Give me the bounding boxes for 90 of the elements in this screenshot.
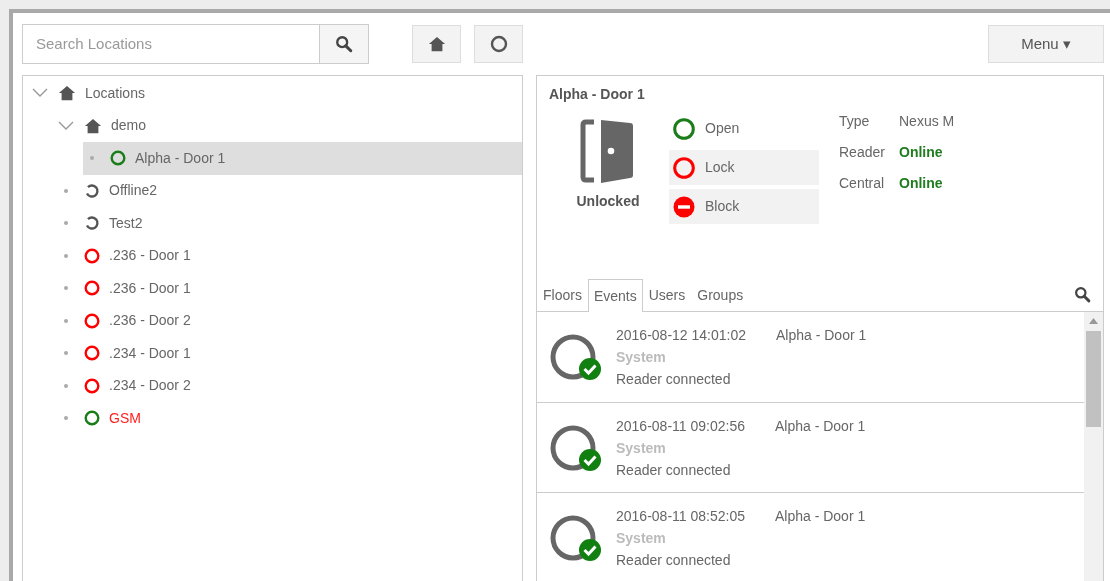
tree-item[interactable]: Locations [31, 77, 522, 110]
info-value: Online [899, 174, 943, 193]
scroll-up-icon[interactable] [1089, 318, 1098, 324]
spinner-icon [84, 215, 100, 232]
tab[interactable]: Events [587, 279, 643, 312]
spinner-icon [84, 182, 100, 199]
door-action-button[interactable]: Open [669, 111, 819, 146]
circle-button[interactable] [474, 25, 523, 63]
event-source: System [616, 529, 667, 548]
tree-label: Offline2 [109, 181, 157, 201]
tree-item[interactable]: Offline2 [57, 174, 522, 207]
ring-icon [84, 345, 100, 362]
tree-item[interactable]: .236 - Door 2 [57, 304, 522, 337]
menu-button[interactable]: Menu ▾ [988, 25, 1104, 63]
ring-icon [84, 247, 100, 264]
house-icon [58, 85, 76, 102]
search-icon [335, 35, 353, 53]
tree-item[interactable]: GSM [57, 402, 522, 435]
search-field[interactable]: Search Locations [22, 24, 320, 64]
house-icon [84, 117, 102, 134]
info-label: Reader [839, 143, 886, 162]
info-value: Nexus M [899, 112, 955, 131]
ring-icon [84, 312, 100, 329]
ring-icon [673, 156, 695, 179]
tree-label: .234 - Door 2 [109, 376, 191, 396]
tree-item[interactable]: .236 - Door 1 [57, 272, 522, 305]
tree-label: Test2 [109, 213, 143, 233]
bullet-icon [64, 221, 68, 226]
info-label: Type [839, 112, 871, 131]
event-time: 2016-08-12 14:01:02 [616, 326, 746, 345]
ring-icon [110, 150, 126, 167]
ring-icon [84, 377, 100, 394]
event-item[interactable]: 2016-08-11 08:52:05 Alpha - Door 1 System Reader connected [537, 493, 1084, 581]
ring-icon [84, 410, 100, 427]
door-action-button[interactable]: Block [669, 189, 819, 224]
event-item[interactable]: 2016-08-11 09:02:56 Alpha - Door 1 System Reader connected [537, 402, 1084, 493]
door-icon [580, 117, 636, 185]
bullet-icon [64, 286, 68, 291]
event-item[interactable]: 2016-08-12 14:01:02 Alpha - Door 1 System Reader connected [537, 312, 1084, 403]
bullet-icon [64, 188, 68, 193]
bullet-icon [90, 156, 94, 161]
no-entry-icon [673, 195, 695, 218]
event-message: Reader connected [616, 460, 732, 480]
house-icon [427, 35, 446, 53]
tree-label: GSM [109, 408, 141, 428]
ring-icon [84, 280, 100, 297]
bullet-icon [64, 351, 68, 356]
event-message: Reader connected [616, 370, 732, 389]
event-message: Reader connected [616, 551, 732, 570]
bullet-icon [64, 383, 68, 388]
chevron-icon[interactable] [58, 120, 74, 131]
chevron-icon[interactable] [32, 88, 48, 99]
event-door: Alpha - Door 1 [776, 326, 867, 345]
event-door: Alpha - Door 1 [774, 416, 866, 436]
info-label: Central [839, 174, 886, 193]
tab[interactable]: Users [642, 279, 692, 311]
tree-item[interactable]: demo [57, 109, 522, 142]
tree-item[interactable]: .236 - Door 1 [57, 239, 522, 272]
tree-label: .236 - Door 2 [109, 311, 191, 331]
tab[interactable]: Groups [691, 279, 750, 311]
event-source: System [616, 438, 667, 458]
tree-item[interactable]: .234 - Door 2 [57, 369, 522, 402]
search-icon [1074, 286, 1091, 303]
info-value: Online [899, 143, 943, 162]
door-state: Unlocked [576, 192, 640, 211]
tab[interactable]: Floors [537, 279, 588, 311]
tree-label: .234 - Door 1 [109, 343, 191, 363]
tree-label: demo [111, 116, 147, 136]
event-time: 2016-08-11 09:02:56 [616, 416, 745, 436]
door-action-button[interactable]: Lock [669, 150, 819, 185]
bullet-icon [64, 416, 68, 421]
home-button[interactable] [412, 25, 461, 63]
tree-label: .236 - Door 1 [109, 278, 191, 298]
scroll-thumb[interactable] [1086, 331, 1101, 427]
scrollbar[interactable] [1084, 312, 1103, 581]
bullet-icon [64, 253, 68, 258]
event-door: Alpha - Door 1 [774, 507, 866, 526]
tree-label: .236 - Door 1 [109, 246, 191, 266]
bullet-icon [64, 318, 68, 323]
tree-label: Locations [85, 83, 145, 103]
tree-item[interactable]: .234 - Door 1 [57, 337, 522, 370]
event-time: 2016-08-11 08:52:05 [616, 507, 745, 526]
tree-item[interactable]: Test2 [57, 207, 522, 240]
tree-label: Alpha - Door 1 [135, 148, 226, 168]
search-button[interactable] [320, 24, 369, 64]
tree-item[interactable]: Alpha - Door 1 [83, 142, 522, 175]
door-title: Alpha - Door 1 [549, 85, 646, 104]
circle-icon [489, 35, 508, 53]
ring-icon [673, 117, 695, 140]
event-source: System [616, 348, 667, 367]
